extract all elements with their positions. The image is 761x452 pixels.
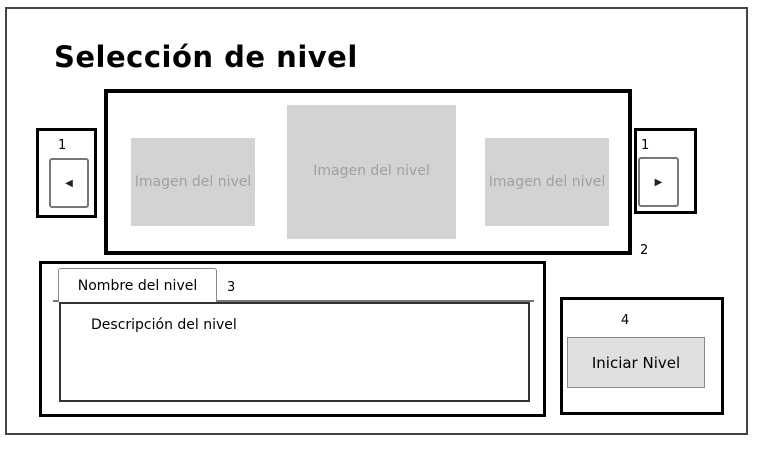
annotation-number: 1 bbox=[58, 138, 67, 153]
annotation-number: 1 bbox=[641, 138, 650, 153]
level-description-panel: Descripción del nivel bbox=[59, 302, 530, 402]
level-select-mockup: Selección de nivel 1 ◀ Imagen del nivel … bbox=[0, 0, 761, 452]
tab-level-name[interactable]: Nombre del nivel bbox=[58, 268, 217, 302]
level-image-previous[interactable]: Imagen del nivel bbox=[131, 138, 255, 226]
level-description: Descripción del nivel bbox=[91, 317, 237, 333]
page-title: Selección de nivel bbox=[54, 40, 358, 74]
previous-level-button[interactable]: ◀ bbox=[49, 158, 89, 208]
triangle-left-icon: ◀ bbox=[65, 177, 73, 189]
level-image-current[interactable]: Imagen del nivel bbox=[287, 105, 456, 239]
triangle-right-icon: ▶ bbox=[654, 176, 663, 188]
annotation-number: 2 bbox=[640, 243, 649, 258]
start-level-button[interactable]: Iniciar Nivel bbox=[567, 337, 705, 388]
annotation-number: 3 bbox=[227, 280, 236, 295]
next-level-button[interactable]: ▶ bbox=[638, 157, 679, 207]
level-image-next[interactable]: Imagen del nivel bbox=[485, 138, 609, 226]
annotation-number: 4 bbox=[621, 313, 630, 328]
